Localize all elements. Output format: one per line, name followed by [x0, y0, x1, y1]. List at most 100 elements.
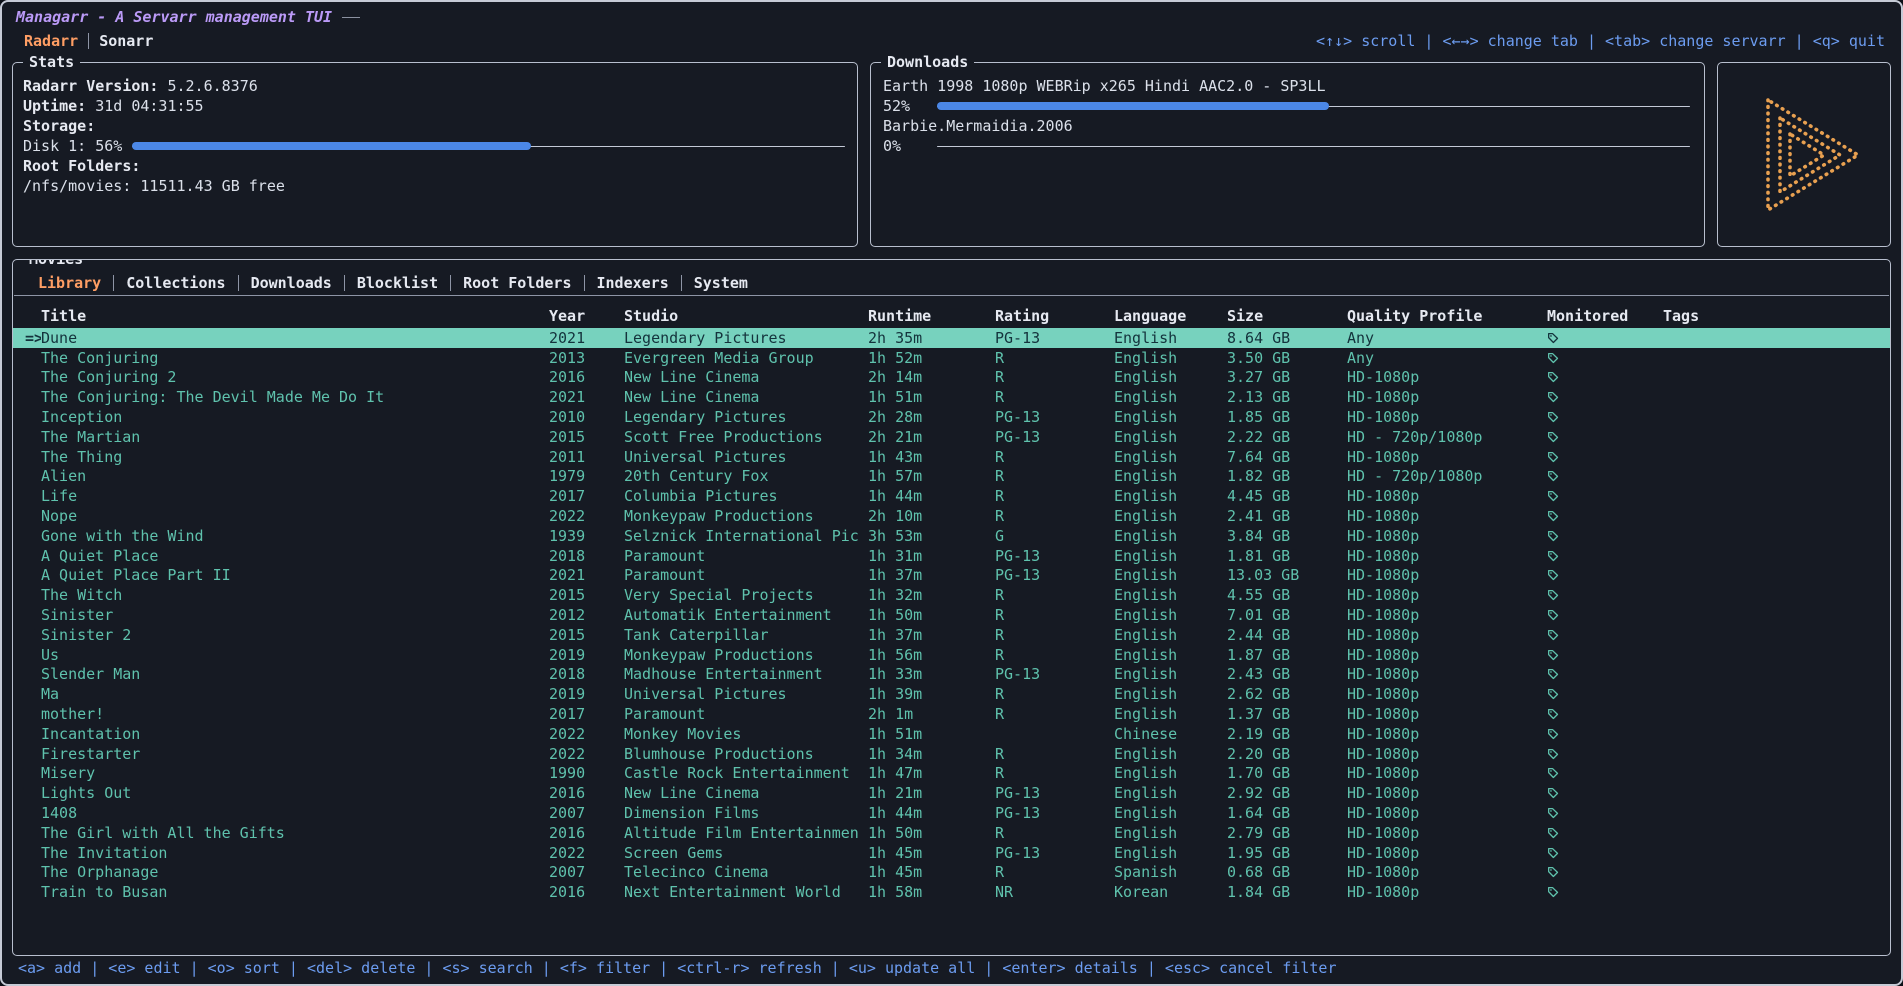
movie-row[interactable]: Life2017Columbia Pictures1h 44mREnglish4…: [13, 486, 1890, 506]
movie-row[interactable]: Slender Man2018Madhouse Entertainment1h …: [13, 665, 1890, 685]
cell-language: English: [1114, 824, 1227, 842]
cell-year: 2018: [549, 547, 624, 565]
movie-row[interactable]: The Orphanage2007Telecinco Cinema1h 45mR…: [13, 863, 1890, 883]
cell-rating: R: [995, 705, 1114, 723]
movie-row[interactable]: The Invitation2022Screen Gems1h 45mPG-13…: [13, 843, 1890, 863]
tab-indexers[interactable]: Indexers: [585, 274, 681, 292]
tab-blocklist[interactable]: Blocklist: [345, 274, 450, 292]
cell-size: 1.37 GB: [1227, 705, 1347, 723]
cell-year: 2021: [549, 388, 624, 406]
cell-language: English: [1114, 566, 1227, 584]
movie-row[interactable]: The Conjuring2013Evergreen Media Group1h…: [13, 348, 1890, 368]
cell-monitored: [1543, 566, 1663, 584]
movie-row[interactable]: Firestarter2022Blumhouse Productions1h 3…: [13, 744, 1890, 764]
movie-row[interactable]: The Thing2011Universal Pictures1h 43mREn…: [13, 447, 1890, 467]
cell-runtime: 1h 32m: [868, 586, 995, 604]
cell-language: English: [1114, 408, 1227, 426]
servarr-tab-bar: RadarrSonarr <↑↓> scroll | <←→> change t…: [12, 28, 1891, 54]
cell-size: 2.13 GB: [1227, 388, 1347, 406]
cell-language: English: [1114, 646, 1227, 664]
cell-rating: PG-13: [995, 547, 1114, 565]
movie-row[interactable]: The Girl with All the Gifts2016Altitude …: [13, 823, 1890, 843]
cell-quality: HD-1080p: [1347, 725, 1543, 743]
monitored-icon: [1547, 510, 1559, 522]
movie-row[interactable]: The Conjuring 22016New Line Cinema2h 14m…: [13, 368, 1890, 388]
movie-row[interactable]: Gone with the Wind1939Selznick Internati…: [13, 526, 1890, 546]
cell-runtime: 1h 51m: [868, 388, 995, 406]
tab-system[interactable]: System: [682, 274, 760, 292]
cell-studio: 20th Century Fox: [624, 467, 868, 485]
cell-quality: HD-1080p: [1347, 784, 1543, 802]
column-header-year: Year: [549, 307, 624, 325]
cell-studio: New Line Cinema: [624, 388, 868, 406]
movie-row[interactable]: Misery1990Castle Rock Entertainment1h 47…: [13, 764, 1890, 784]
cell-quality: HD-1080p: [1347, 646, 1543, 664]
monitored-icon: [1547, 352, 1559, 364]
tab-root-folders[interactable]: Root Folders: [451, 274, 583, 292]
movie-row[interactable]: Us2019Monkeypaw Productions1h 56mREnglis…: [13, 645, 1890, 665]
cell-rating: R: [995, 863, 1114, 881]
movie-row[interactable]: mother!2017Paramount2h 1mREnglish1.37 GB…: [13, 704, 1890, 724]
cell-rating: R: [995, 349, 1114, 367]
movie-row[interactable]: Inception2010Legendary Pictures2h 28mPG-…: [13, 407, 1890, 427]
movie-row[interactable]: Ma2019Universal Pictures1h 39mREnglish2.…: [13, 684, 1890, 704]
movie-row[interactable]: Sinister 22015Tank Caterpillar1h 37mREng…: [13, 625, 1890, 645]
movie-row[interactable]: A Quiet Place Part II2021Paramount1h 37m…: [13, 566, 1890, 586]
cell-title: Misery: [41, 764, 549, 782]
logo-panel: [1717, 62, 1891, 247]
monitored-icon: [1547, 767, 1559, 779]
movie-row[interactable]: Alien197920th Century Fox1h 57mREnglish1…: [13, 467, 1890, 487]
servarr-tab-sonarr[interactable]: Sonarr: [89, 32, 163, 50]
cell-monitored: [1543, 368, 1663, 386]
movie-row[interactable]: A Quiet Place2018Paramount1h 31mPG-13Eng…: [13, 546, 1890, 566]
servarr-tab-radarr[interactable]: Radarr: [14, 32, 88, 50]
cell-language: English: [1114, 428, 1227, 446]
cell-title: Sinister 2: [41, 626, 549, 644]
movie-row[interactable]: Nope2022Monkeypaw Productions2h 10mREngl…: [13, 506, 1890, 526]
cell-size: 2.43 GB: [1227, 665, 1347, 683]
cell-quality: Any: [1347, 349, 1543, 367]
movie-row[interactable]: The Witch2015Very Special Projects1h 32m…: [13, 585, 1890, 605]
download-item: Earth 1998 1080p WEBRip x265 Hindi AAC2.…: [883, 76, 1690, 116]
movie-row[interactable]: =>Dune2021Legendary Pictures2h 35mPG-13E…: [13, 328, 1890, 348]
monitored-icon: [1547, 589, 1559, 601]
cell-language: English: [1114, 665, 1227, 683]
cell-language: English: [1114, 329, 1227, 347]
movie-row[interactable]: Train to Busan2016Next Entertainment Wor…: [13, 882, 1890, 902]
cell-rating: R: [995, 507, 1114, 525]
cell-quality: HD-1080p: [1347, 883, 1543, 901]
download-item: Barbie.Mermaidia.20060%: [883, 116, 1690, 156]
movie-row[interactable]: Lights Out2016New Line Cinema1h 21mPG-13…: [13, 783, 1890, 803]
cell-language: English: [1114, 626, 1227, 644]
tab-library[interactable]: Library: [26, 274, 113, 292]
cell-runtime: 1h 33m: [868, 665, 995, 683]
movies-table-body: =>Dune2021Legendary Pictures2h 35mPG-13E…: [13, 328, 1890, 902]
cell-runtime: 2h 10m: [868, 507, 995, 525]
cell-monitored: [1543, 507, 1663, 525]
download-percent: 52%: [883, 97, 927, 115]
cell-title: The Conjuring: The Devil Made Me Do It: [41, 388, 549, 406]
cell-title: Nope: [41, 507, 549, 525]
cell-year: 2016: [549, 883, 624, 901]
tab-collections[interactable]: Collections: [114, 274, 237, 292]
movie-row[interactable]: Sinister2012Automatik Entertainment1h 50…: [13, 605, 1890, 625]
cell-quality: HD-1080p: [1347, 586, 1543, 604]
cell-year: 1979: [549, 467, 624, 485]
cell-size: 1.95 GB: [1227, 844, 1347, 862]
version-label: Radarr Version:: [23, 77, 158, 95]
cell-monitored: [1543, 863, 1663, 881]
cell-size: 1.87 GB: [1227, 646, 1347, 664]
cell-quality: HD-1080p: [1347, 705, 1543, 723]
cell-language: English: [1114, 388, 1227, 406]
cell-language: English: [1114, 764, 1227, 782]
movie-row[interactable]: Incantation2022Monkey Movies1h 51mChines…: [13, 724, 1890, 744]
column-header-quality: Quality Profile: [1347, 307, 1543, 325]
cell-monitored: [1543, 329, 1663, 347]
monitored-icon: [1547, 649, 1559, 661]
cell-monitored: [1543, 705, 1663, 723]
movie-row[interactable]: 14082007Dimension Films1h 44mPG-13Englis…: [13, 803, 1890, 823]
tab-downloads[interactable]: Downloads: [239, 274, 344, 292]
movie-row[interactable]: The Martian2015Scott Free Productions2h …: [13, 427, 1890, 447]
movie-row[interactable]: The Conjuring: The Devil Made Me Do It20…: [13, 387, 1890, 407]
cell-language: English: [1114, 606, 1227, 624]
